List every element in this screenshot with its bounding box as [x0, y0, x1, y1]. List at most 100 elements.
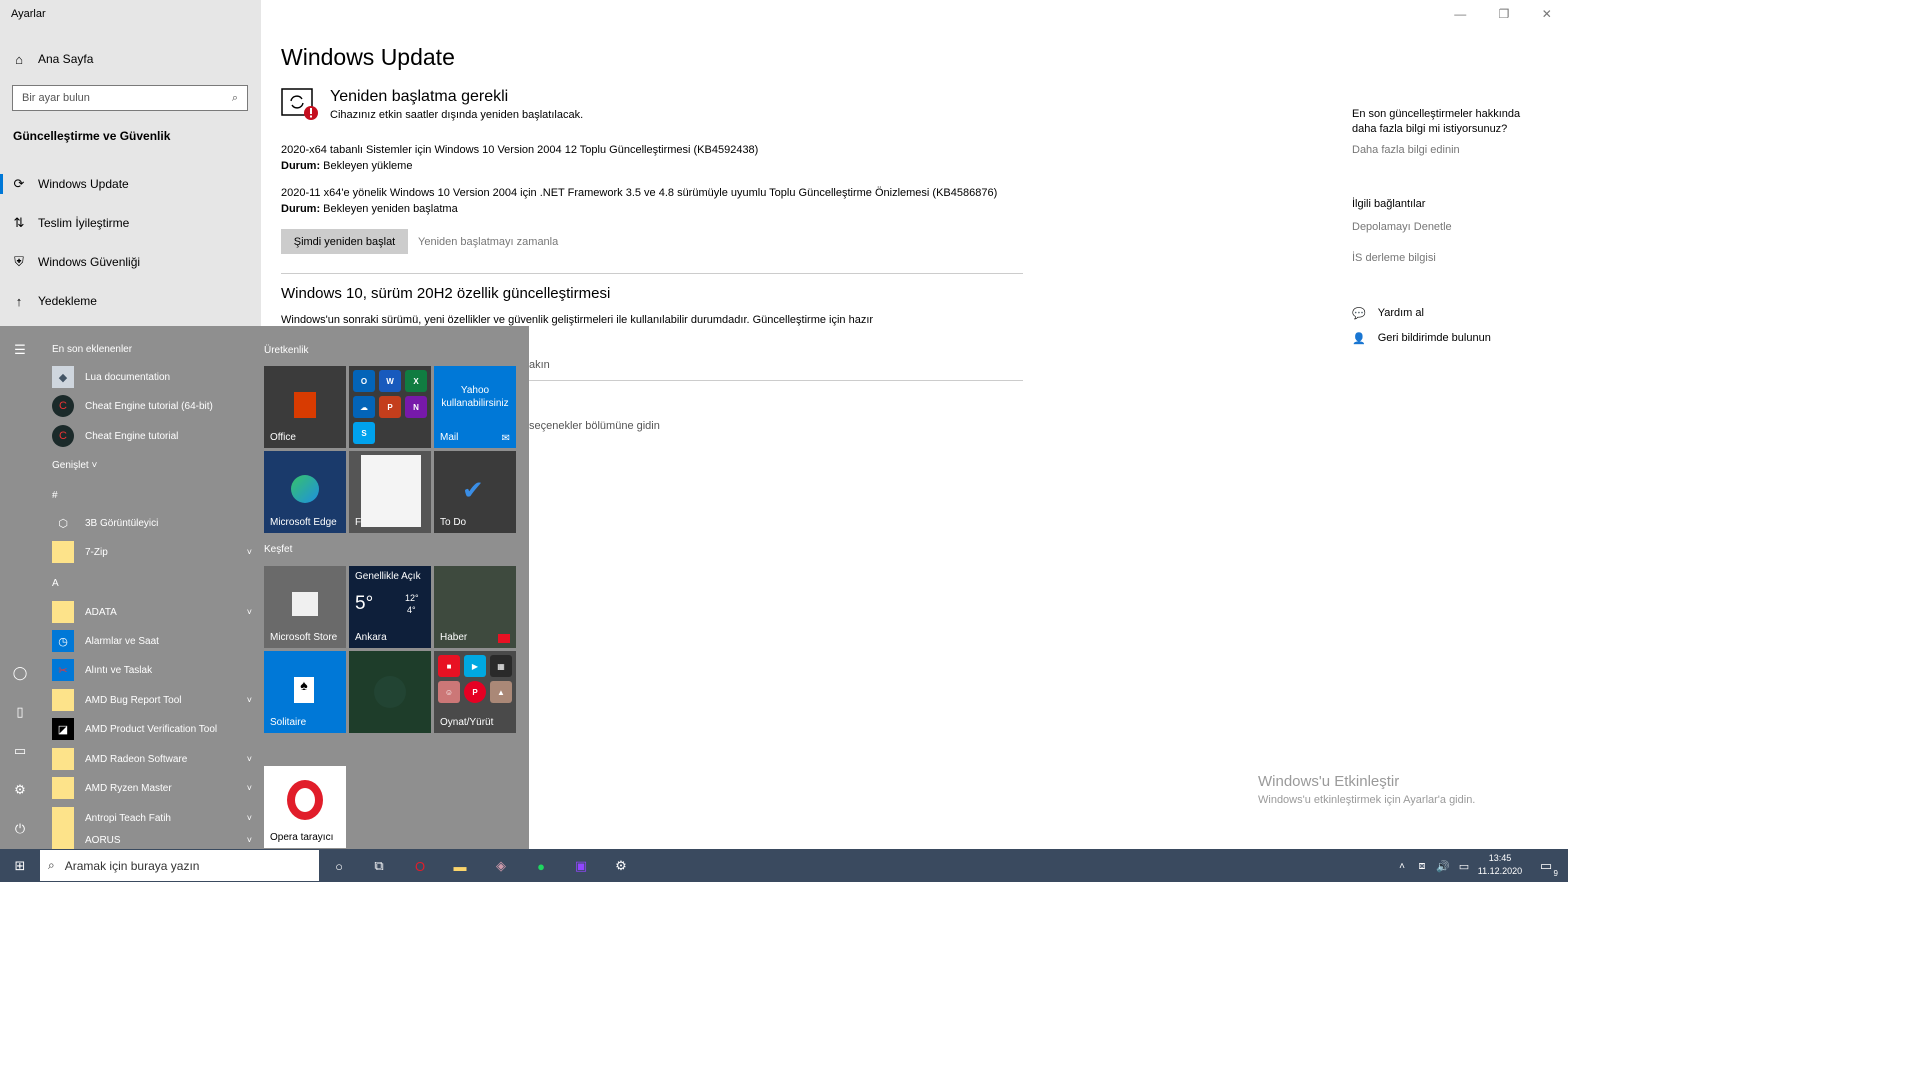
schedule-restart-link[interactable]: Yeniden başlatmayı zamanla — [418, 236, 558, 248]
app-item[interactable]: ◪ AMD Product Verification Tool — [52, 715, 252, 743]
gear-icon[interactable]: ⚙ — [10, 780, 30, 800]
prime-video-icon: ▶ — [464, 655, 486, 677]
document-icon[interactable]: ▯ — [10, 702, 30, 722]
taskbar: ⊞ ⌕ Aramak için buraya yazın ○ ⧉ O ▬ ◈ ●… — [0, 849, 1568, 882]
todo-tile[interactable]: ✔ To Do — [434, 451, 516, 533]
store-tile[interactable]: Microsoft Store — [264, 566, 346, 648]
play-folder-tile[interactable]: ■ ▶ ▦ ☺ P ▲ Oynat/Yürüt — [434, 651, 516, 733]
window-title: Ayarlar — [11, 8, 46, 20]
tile-label: Haber — [440, 632, 468, 643]
minimize-icon[interactable]: — — [1454, 7, 1466, 21]
office-apps-folder-tile[interactable]: O W X ☁ P N S — [349, 366, 431, 448]
snip-icon: ✂ — [52, 659, 74, 681]
edge-icon — [291, 475, 319, 503]
cheat-engine-icon: C — [52, 395, 74, 417]
opera-tile[interactable]: Opera tarayıcı — [264, 766, 346, 848]
app-item[interactable]: ◷ Alarmlar ve Saat — [52, 627, 252, 655]
chevron-down-icon: ˅ — [246, 547, 252, 557]
app-item[interactable]: ◆ Lua documentation — [52, 363, 252, 391]
close-icon[interactable]: ✕ — [1542, 7, 1552, 21]
app-item[interactable]: ⬡ 3B Görüntüleyici — [52, 509, 252, 537]
chevron-down-icon: ˅ — [246, 754, 252, 764]
skype-icon: S — [353, 422, 375, 444]
sidebar-item-windows-update[interactable]: ⟳ Windows Update — [0, 165, 261, 203]
related-links-title: İlgili bağlantılar — [1352, 198, 1426, 210]
info-question: En son güncelleştirmeler hakkında daha f… — [1352, 107, 1520, 137]
app-item[interactable]: ✂ Alıntı ve Taslak — [52, 656, 252, 684]
cheat-engine-icon: C — [52, 425, 74, 447]
cube-icon: ⬡ — [58, 517, 68, 530]
sidebar-item-delivery[interactable]: ⇅ Teslim İyileştirme — [0, 204, 261, 242]
folder-icon — [52, 777, 74, 799]
pictures-icon[interactable]: ▭ — [10, 741, 30, 761]
group-header[interactable]: Keşfet — [264, 544, 292, 555]
solitaire-tile[interactable]: ♠ Solitaire — [264, 651, 346, 733]
news-tile[interactable]: Haber — [434, 566, 516, 648]
notification-icon[interactable]: ▭ 9 — [1534, 854, 1558, 878]
lua-icon: ◆ — [52, 366, 74, 388]
obscured-text[interactable]: akın — [529, 359, 550, 371]
expand-button[interactable]: Genişlet ˅ — [52, 460, 97, 471]
clock[interactable]: 13:45 11.12.2020 — [1476, 852, 1524, 878]
app-label: AMD Product Verification Tool — [85, 723, 218, 735]
home-icon: ⌂ — [15, 51, 23, 67]
learn-more-link[interactable]: Daha fazla bilgi edinin — [1352, 144, 1460, 156]
game-app-icon[interactable]: ◈ — [489, 854, 513, 878]
restart-now-button[interactable]: Şimdi yeniden başlat — [281, 229, 408, 254]
settings-taskbar-icon[interactable]: ⚙ — [609, 854, 633, 878]
feedback-link[interactable]: 👤 Geri bildirimde bulunun — [1352, 332, 1491, 345]
opera-taskbar-icon[interactable]: O — [408, 854, 432, 878]
folder-icon — [52, 748, 74, 770]
mail-tile[interactable]: Yahoo kullanabilirsiniz Mail ✉ — [434, 366, 516, 448]
app-label: Lua documentation — [85, 371, 171, 383]
windows-start-icon[interactable]: ⊞ — [8, 854, 32, 878]
sidebar-item-security[interactable]: ⛨ Windows Güvenliği — [0, 243, 261, 281]
upload-icon: ↑ — [15, 293, 23, 309]
chat-icon: 💬 — [1352, 308, 1366, 320]
app-folder[interactable]: AMD Radeon Software ˅ — [52, 745, 252, 773]
divider — [281, 273, 1023, 274]
app-item[interactable]: C Cheat Engine tutorial (64-bit) — [52, 392, 252, 420]
user-icon[interactable]: ◯ — [10, 663, 30, 683]
edge-tile[interactable]: Microsoft Edge — [264, 451, 346, 533]
clock-time: 13:45 — [1488, 853, 1512, 863]
office-tile[interactable]: Office — [264, 366, 346, 448]
help-link[interactable]: 💬 Yardım al — [1352, 307, 1424, 320]
spotify-taskbar-icon[interactable]: ● — [529, 854, 553, 878]
keyboard-icon[interactable]: ▭ — [1452, 854, 1476, 878]
tile-label: F — [355, 517, 362, 528]
app-folder[interactable]: 7-Zip ˅ — [52, 538, 252, 566]
build-info-link[interactable]: İS derleme bilgisi — [1352, 252, 1436, 264]
search-input[interactable]: Bir ayar bulun ⌕ — [12, 85, 248, 111]
app-folder[interactable]: AMD Bug Report Tool ˅ — [52, 686, 252, 714]
weather-tile[interactable]: Genellikle Açık 5° 12° 4° Ankara — [349, 566, 431, 648]
roblox-icon: ■ — [438, 655, 460, 677]
app-folder[interactable]: AMD Ryzen Master ˅ — [52, 774, 252, 802]
restart-subtitle: Cihazınız etkin saatler dışında yeniden … — [330, 109, 584, 121]
twitch-icon[interactable]: ▣ — [569, 854, 593, 878]
home-nav[interactable]: ⌂ Ana Sayfa — [0, 40, 261, 78]
app-folder[interactable]: ADATA ˅ — [52, 598, 252, 626]
letter-header[interactable]: # — [52, 490, 58, 501]
restore-icon[interactable]: ❐ — [1499, 7, 1510, 21]
notification-count: 9 — [1553, 869, 1558, 878]
shield-icon: ⛨ — [14, 254, 24, 269]
chevron-down-icon: ˅ — [246, 783, 252, 793]
update-name: 2020-x64 tabanlı Sistemler için Windows … — [281, 144, 759, 156]
sidebar-item-backup[interactable]: ↑ Yedekleme — [0, 282, 261, 320]
group-header[interactable]: Üretkenlik — [264, 345, 308, 356]
cortana-icon[interactable]: ○ — [327, 854, 351, 878]
hamburger-icon[interactable]: ☰ — [10, 340, 30, 360]
taskbar-search-box[interactable]: ⌕ Aramak için buraya yazın — [40, 850, 319, 881]
info-question-line2: daha fazla bilgi mi istiyorsunuz? — [1352, 123, 1508, 135]
letter-header[interactable]: A — [52, 578, 59, 589]
task-view-icon[interactable]: ⧉ — [367, 854, 391, 878]
storage-link[interactable]: Depolamayı Denetle — [1352, 221, 1452, 233]
advanced-options-link[interactable]: seçenekler bölümüne gidin — [529, 420, 660, 432]
app-item[interactable]: C Cheat Engine tutorial — [52, 422, 252, 450]
power-icon[interactable]: ⏻ — [10, 819, 30, 839]
photos-tile[interactable]: F — [349, 451, 431, 533]
spotify-tile[interactable] — [349, 651, 431, 733]
file-explorer-icon[interactable]: ▬ — [448, 854, 472, 878]
delivery-icon: ⇅ — [13, 215, 25, 230]
